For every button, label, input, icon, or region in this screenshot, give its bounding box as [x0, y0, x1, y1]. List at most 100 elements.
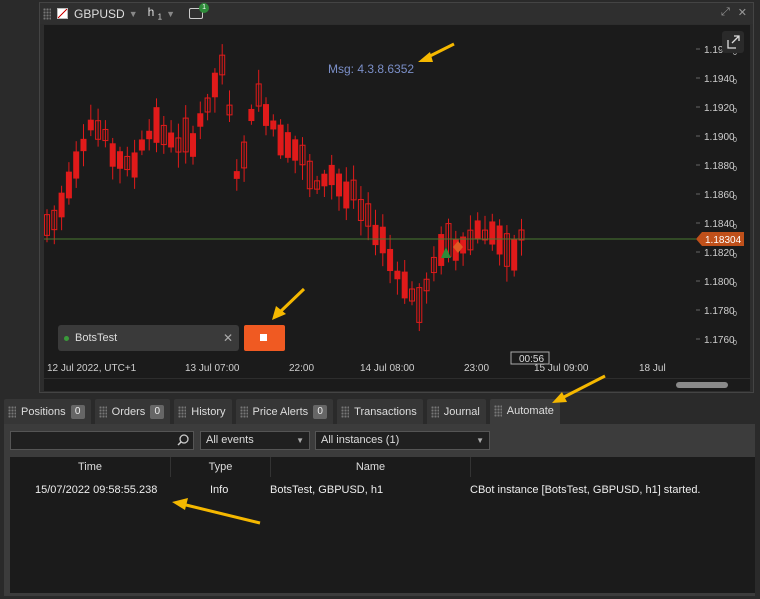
tab-transactions[interactable]: Transactions — [337, 399, 423, 424]
column-header-message[interactable] — [471, 457, 755, 477]
countdown-label: 00:56 — [510, 351, 550, 365]
price-tick-label: 1.1840 — [704, 219, 735, 230]
automate-log-table: Time Type Name 15/07/2022 09:58:55.238 I… — [10, 457, 755, 593]
automate-panel: All events ▼ All instances (1) ▼ Time Ty… — [4, 424, 755, 596]
table-row[interactable]: 15/07/2022 09:58:55.238 Info BotsTest, G… — [10, 482, 755, 498]
drag-grip-icon[interactable] — [8, 405, 16, 418]
time-tick-label: 23:00 — [464, 363, 489, 374]
tab-label: History — [191, 405, 226, 418]
events-filter-value: All events — [206, 434, 254, 446]
drag-grip-icon[interactable] — [341, 405, 350, 418]
bot-instance-panel[interactable]: BotsTest ✕ — [58, 325, 239, 351]
tab-orders[interactable]: Orders 0 — [94, 399, 171, 424]
instances-filter-value: All instances (1) — [321, 434, 400, 446]
price-tick-label: 1.1900 — [704, 132, 735, 143]
drag-grip-icon[interactable] — [493, 404, 502, 417]
time-tick-label: 14 Jul 08:00 — [360, 363, 415, 374]
drag-grip-icon[interactable] — [43, 7, 51, 20]
tab-history[interactable]: History — [174, 399, 232, 424]
close-icon[interactable]: ✕ — [738, 6, 747, 19]
detach-icon[interactable]: ⤢ — [721, 6, 730, 19]
price-tick-label: 1.1760 — [704, 335, 735, 346]
bot-status-dot — [64, 335, 69, 341]
horizontal-scrollbar[interactable] — [44, 379, 750, 391]
price-tick-suffix: 0 — [733, 79, 737, 86]
tab-label: Price Alerts — [252, 405, 309, 418]
price-tick-suffix: 0 — [733, 137, 737, 144]
price-tick-suffix: 0 — [733, 195, 737, 202]
bot-name: BotsTest — [75, 332, 118, 344]
scrollbar-thumb[interactable] — [676, 382, 728, 388]
time-tick-label: 18 Jul — [639, 363, 666, 374]
tab-automate[interactable]: Automate — [489, 399, 560, 424]
events-filter-select[interactable]: All events ▼ — [200, 431, 310, 450]
chevron-down-icon[interactable]: ▼ — [166, 9, 175, 19]
price-tick-label: 1.1880 — [704, 161, 735, 172]
price-tick-label: 1.1820 — [704, 248, 735, 259]
time-axis: 12 Jul 2022, UTC+1 13 Jul 07:00 22:00 14 Ju… — [47, 363, 666, 374]
price-tick-suffix: 0 — [733, 253, 737, 260]
tab-journal[interactable]: Journal — [426, 399, 486, 424]
search-input[interactable] — [10, 431, 194, 450]
window-controls: ⤢ ✕ — [721, 6, 747, 19]
chevron-down-icon: ▼ — [296, 436, 304, 445]
chart-plot-area[interactable]: 1.1960 0 1.1940 0 1.1920 0 1.1900 0 1.1880 0 1.186… — [44, 25, 750, 378]
tab-price-alerts[interactable]: Price Alerts 0 — [235, 399, 334, 424]
tab-count-badge: 0 — [70, 404, 85, 419]
timeframe-label: h — [147, 5, 155, 20]
tab-positions[interactable]: Positions 0 — [4, 399, 91, 424]
price-tick-suffix: 0 — [733, 224, 737, 231]
close-icon[interactable]: ✕ — [223, 331, 233, 345]
tab-label: Orders — [111, 405, 146, 418]
tab-label: Journal — [443, 405, 480, 418]
current-price-tag: 1.18304 — [696, 232, 744, 246]
tab-count-badge: 0 — [150, 404, 165, 419]
bottom-tabs: Positions 0 Orders 0 History Price Alerts 0 Tra… — [4, 399, 560, 424]
external-link-icon[interactable] — [722, 31, 744, 53]
chart-header: GBPUSD ▼ h 1 ▼ 1 ⤢ ✕ — [40, 3, 753, 24]
price-tick-suffix: 0 — [733, 311, 737, 318]
chevron-down-icon[interactable]: ▼ — [129, 9, 138, 19]
column-header-type[interactable]: Type — [171, 457, 271, 477]
drag-grip-icon[interactable] — [430, 405, 439, 418]
price-tick-suffix: 0 — [733, 282, 737, 289]
tab-label: Automate — [506, 404, 554, 417]
column-header-name[interactable]: Name — [271, 457, 471, 477]
tab-count-badge: 0 — [313, 404, 328, 419]
bot-message-text: Msg: 4.3.8.6352 — [328, 62, 414, 76]
symbol-selector[interactable]: GBPUSD — [74, 7, 125, 21]
countdown-text: 00:56 — [519, 354, 544, 365]
robot-icon[interactable]: 1 — [189, 3, 210, 19]
timeframe-sub: 1 — [157, 12, 163, 22]
price-tick-suffix: 0 — [733, 340, 737, 347]
drag-grip-icon[interactable] — [98, 405, 107, 418]
cell-message: CBot instance [BotsTest, GBPUSD, h1] sta… — [470, 484, 701, 496]
cell-name: BotsTest, GBPUSD, h1 — [270, 484, 384, 496]
cell-type: Info — [210, 484, 229, 496]
price-axis: 1.196001.194001.192001.190001.188001.186… — [696, 45, 737, 347]
price-tick-suffix: 0 — [733, 166, 737, 173]
drag-grip-icon[interactable] — [239, 405, 248, 418]
search-icon[interactable] — [177, 434, 189, 446]
stop-bot-button[interactable] — [244, 325, 285, 351]
price-tick-label: 1.1860 — [704, 190, 735, 201]
timeframe-selector[interactable]: h 1 — [148, 5, 162, 21]
price-tick-suffix: 0 — [733, 108, 737, 115]
chevron-down-icon: ▼ — [476, 436, 484, 445]
column-header-time[interactable]: Time — [10, 457, 171, 477]
symbol-flag-icon — [57, 8, 68, 19]
time-tick-label: 22:00 — [289, 363, 314, 374]
current-price-label: 1.18304 — [705, 235, 742, 246]
instances-filter-select[interactable]: All instances (1) ▼ — [315, 431, 490, 450]
time-tick-label: 13 Jul 07:00 — [185, 363, 240, 374]
table-header: Time Type Name — [10, 457, 755, 477]
drag-grip-icon[interactable] — [178, 405, 187, 418]
price-tick-label: 1.1940 — [704, 74, 735, 85]
tab-label: Transactions — [354, 405, 417, 418]
price-tick-label: 1.1800 — [704, 277, 735, 288]
price-tick-label: 1.1780 — [704, 306, 735, 317]
bot-count-badge: 1 — [199, 3, 210, 13]
cell-time: 15/07/2022 09:58:55.238 — [35, 484, 158, 496]
price-tick-label: 1.1920 — [704, 103, 735, 114]
tab-label: Positions — [21, 405, 66, 418]
